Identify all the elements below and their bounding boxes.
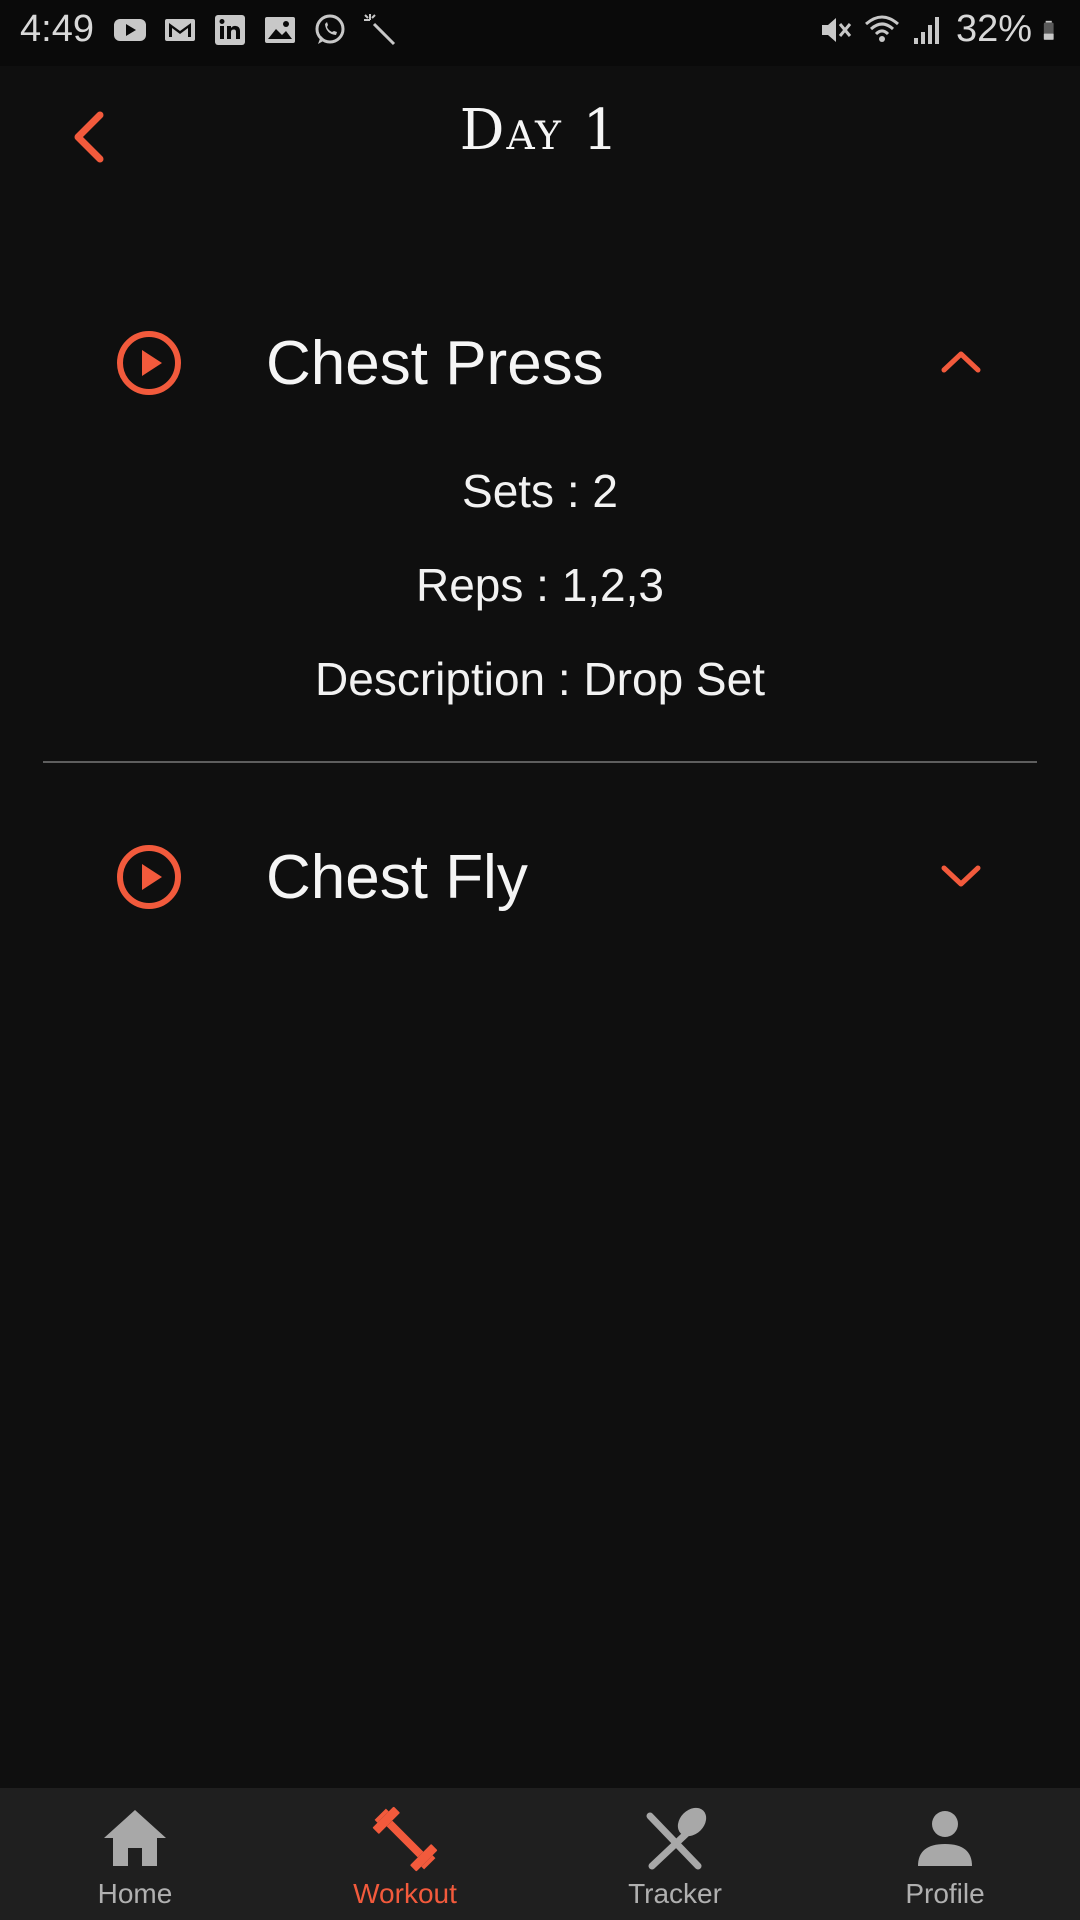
reps-text: Reps : 1,2,3 [415, 559, 665, 611]
chevron-up-icon[interactable] [934, 342, 988, 382]
nav-label: Tracker [628, 1878, 722, 1909]
exercise-name: Chest Fly [266, 843, 528, 912]
signal-icon [913, 16, 939, 44]
play-icon[interactable] [116, 330, 182, 396]
divider [43, 761, 1037, 763]
notification-icons [112, 12, 398, 48]
exercise-details: Sets : 2 Reps : 1,2,3 Description : Drop… [0, 444, 1080, 726]
nav-label: Profile [905, 1878, 985, 1909]
status-time: 4:49 [20, 8, 94, 50]
fork-spoon-icon [646, 1807, 707, 1870]
description-text: Description : Drop Set [315, 653, 765, 705]
play-icon[interactable] [116, 844, 182, 910]
wifi-icon [864, 15, 899, 42]
magic-wand-icon [364, 14, 396, 46]
nav-label: Home [97, 1878, 173, 1909]
whatsapp-icon [315, 14, 345, 44]
gmail-icon [165, 19, 195, 41]
youtube-icon [114, 19, 146, 41]
status-bar: 4:49 32% [0, 0, 1080, 66]
vibrate-mute-icon [821, 17, 852, 42]
nav-item-tracker[interactable]: Tracker [540, 1788, 810, 1920]
home-icon [104, 1810, 166, 1866]
dumbbell-icon [372, 1806, 438, 1872]
sets-text: Sets : 2 [462, 465, 618, 517]
exercise-row-chest-fly[interactable]: Chest Fly [0, 822, 1080, 932]
gallery-icon [265, 17, 295, 43]
exercise-name: Chest Press [266, 329, 604, 398]
page-title: Day 1 [459, 98, 621, 163]
exercise-row-chest-press[interactable]: Chest Press [0, 308, 1080, 418]
system-status: 32% [818, 8, 1064, 51]
nav-item-workout[interactable]: Workout [270, 1788, 540, 1920]
chevron-down-icon[interactable] [934, 856, 988, 896]
bottom-nav: Home Workout Tracker Profile [0, 1788, 1080, 1920]
battery-percent: 32% [955, 8, 1032, 50]
nav-label: Workout [353, 1878, 457, 1909]
linkedin-icon [215, 15, 245, 45]
person-icon [918, 1811, 972, 1866]
battery-icon [1043, 20, 1054, 40]
nav-item-profile[interactable]: Profile [810, 1788, 1080, 1920]
nav-item-home[interactable]: Home [0, 1788, 270, 1920]
